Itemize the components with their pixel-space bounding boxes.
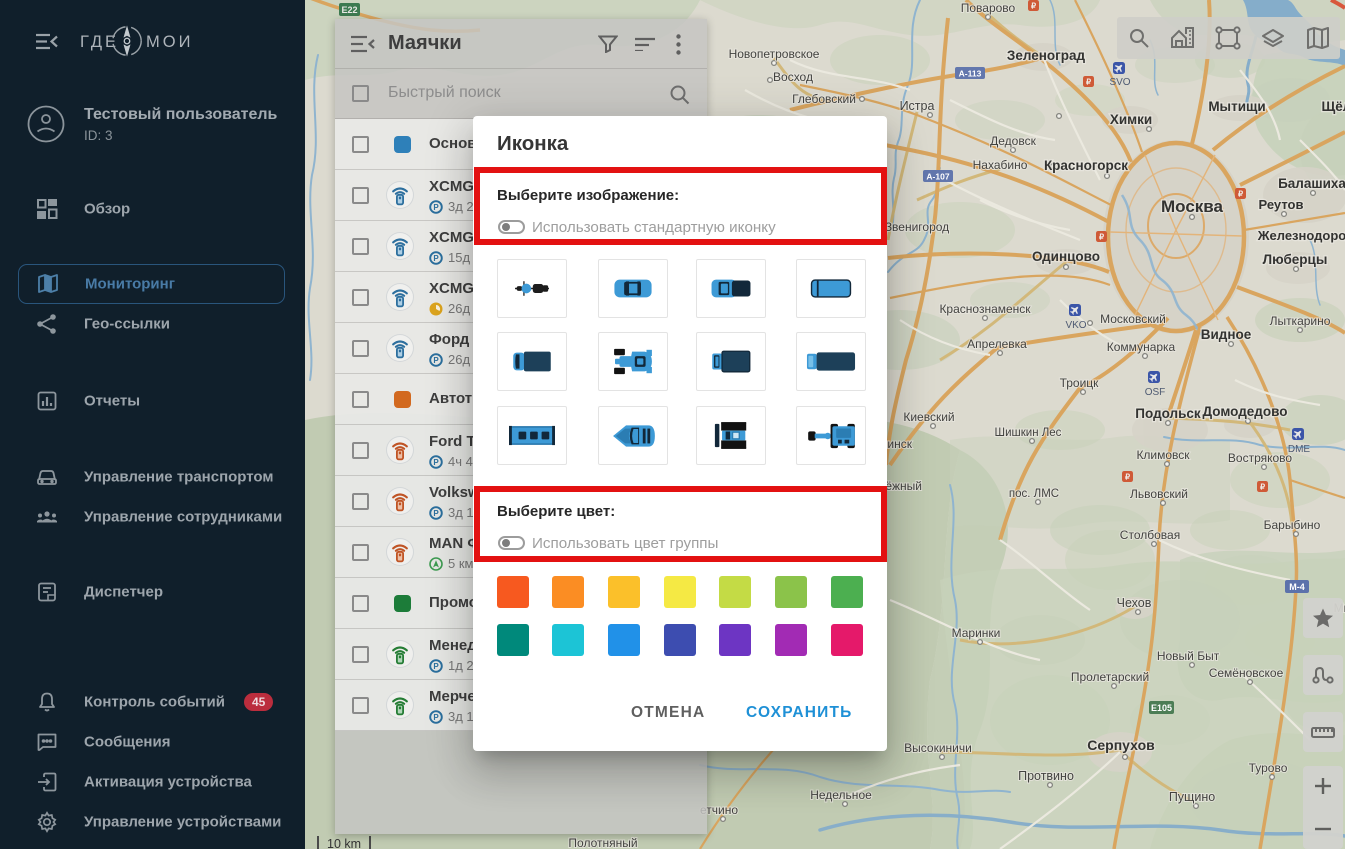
svg-text:Железнодорожный: Железнодорожный: [1257, 228, 1345, 243]
svg-text:Львовский: Львовский: [1130, 487, 1188, 501]
svg-text:Одинцово: Одинцово: [1032, 249, 1100, 264]
svg-text:Глебовский: Глебовский: [792, 92, 856, 106]
svg-text:Балашиха: Балашиха: [1278, 176, 1345, 191]
svg-text:Коммунарка: Коммунарка: [1107, 340, 1176, 354]
svg-text:DME: DME: [1288, 444, 1311, 455]
svg-text:Красногорск: Красногорск: [1044, 158, 1128, 173]
svg-text:Маринки: Маринки: [952, 626, 1001, 640]
svg-text:Реутов: Реутов: [1259, 197, 1304, 212]
svg-text:10 km: 10 km: [327, 837, 361, 849]
svg-text:Московский: Московский: [1100, 312, 1166, 326]
svg-text:₽: ₽: [1260, 483, 1265, 492]
svg-text:Новопетровское: Новопетровское: [729, 47, 820, 61]
svg-text:P: P: [433, 712, 439, 721]
svg-text:Востряково: Востряково: [1228, 451, 1293, 465]
svg-text:Люберцы: Люберцы: [1263, 252, 1328, 267]
svg-text:Домодедово: Домодедово: [1203, 404, 1288, 419]
svg-text:А-107: А-107: [926, 172, 949, 182]
svg-text:₽: ₽: [1125, 473, 1130, 482]
svg-text:P: P: [433, 355, 439, 364]
svg-text:P: P: [433, 202, 439, 211]
svg-text:Поварово: Поварово: [961, 1, 1016, 15]
svg-text:Пролетарский: Пролетарский: [1071, 670, 1149, 684]
svg-text:Недельное: Недельное: [810, 788, 872, 802]
svg-text:Шишкин Лес: Шишкин Лес: [995, 427, 1062, 439]
svg-text:Семёновское: Семёновское: [1209, 666, 1284, 680]
svg-text:Краснознаменск: Краснознаменск: [939, 302, 1031, 316]
svg-text:Протвино: Протвино: [1018, 769, 1074, 783]
svg-text:М-4: М-4: [1289, 582, 1305, 592]
svg-text:Серпухов: Серпухов: [1087, 737, 1155, 753]
svg-text:Пущино: Пущино: [1169, 790, 1215, 804]
svg-text:Щёлково: Щёлково: [1321, 99, 1345, 114]
svg-text:₽: ₽: [1086, 78, 1091, 87]
svg-text:VKO: VKO: [1065, 320, 1086, 331]
svg-text:Химки: Химки: [1110, 112, 1152, 127]
svg-text:P: P: [433, 457, 439, 466]
svg-text:Москва: Москва: [1161, 197, 1224, 216]
svg-text:Киевский: Киевский: [903, 410, 954, 424]
svg-text:E105: E105: [1151, 703, 1172, 713]
svg-text:SVO: SVO: [1109, 77, 1130, 88]
svg-text:Апрелевка: Апрелевка: [967, 337, 1027, 351]
svg-text:Звенигород: Звенигород: [885, 220, 949, 234]
svg-text:Высокиничи: Высокиничи: [904, 741, 972, 755]
svg-text:Барыбино: Барыбино: [1264, 518, 1321, 532]
svg-text:Мытищи: Мытищи: [1208, 99, 1265, 114]
svg-text:Столбовая: Столбовая: [1120, 528, 1180, 542]
svg-text:Турово: Турово: [1249, 761, 1288, 775]
svg-text:А-113: А-113: [959, 69, 982, 79]
svg-text:E22: E22: [341, 5, 357, 15]
svg-text:Полотняный: Полотняный: [568, 836, 637, 849]
svg-text:Истра: Истра: [900, 99, 935, 113]
svg-text:P: P: [433, 508, 439, 517]
svg-text:₽: ₽: [1099, 233, 1104, 242]
svg-text:₽: ₽: [1031, 2, 1036, 11]
svg-text:Лыткарино: Лыткарино: [1270, 314, 1331, 328]
svg-text:пос. ЛМС: пос. ЛМС: [1009, 488, 1059, 500]
svg-text:Чехов: Чехов: [1117, 596, 1152, 610]
svg-text:P: P: [433, 253, 439, 262]
svg-text:P: P: [433, 661, 439, 670]
svg-text:Зеленоград: Зеленоград: [1007, 48, 1086, 63]
svg-text:Дедовск: Дедовск: [990, 134, 1036, 148]
svg-text:Новый Быт: Новый Быт: [1157, 649, 1220, 663]
svg-text:Восход: Восход: [773, 70, 813, 84]
svg-text:Троицк: Троицк: [1060, 376, 1100, 390]
svg-text:Видное: Видное: [1201, 327, 1252, 342]
svg-text:OSF: OSF: [1145, 387, 1166, 398]
svg-text:Климовск: Климовск: [1136, 448, 1190, 462]
svg-text:₽: ₽: [1238, 190, 1243, 199]
svg-text:Нахабино: Нахабино: [973, 158, 1028, 172]
svg-text:Подольск: Подольск: [1135, 406, 1201, 421]
